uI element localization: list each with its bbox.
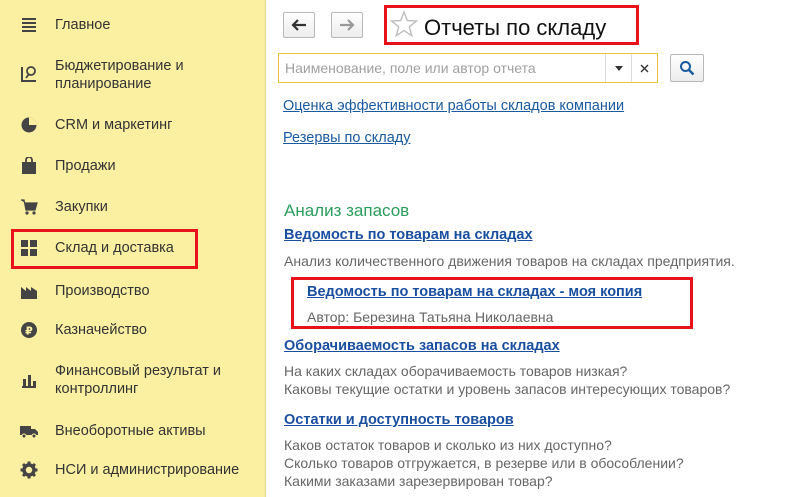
close-icon [640,64,649,72]
sidebar-item-label-line2: планирование [55,76,152,92]
report-link-inventory-turnover[interactable]: Оборачиваемость запасов на складах [284,338,560,354]
sidebar-item-production[interactable]: Производство [0,280,266,302]
sidebar-item-fixed-assets[interactable]: Внеоборотные активы [0,420,266,442]
menu-lines-icon [19,15,39,35]
factory-icon [19,281,39,301]
sidebar-item-label: CRM и маркетинг [55,117,173,133]
ruble-coin-icon: ₽ [19,320,39,340]
pie-chart-icon [19,115,39,135]
report-description: Какими заказами зарезервирован товар? [284,473,553,489]
sidebar-item-label: Закупки [55,199,108,215]
sidebar-item-label-line2: контроллинг [55,381,139,397]
shopping-bag-icon [19,156,39,176]
sidebar-item-sales[interactable]: Продажи [0,155,266,177]
sidebar-item-label: Производство [55,283,150,299]
report-link-stock-availability[interactable]: Остатки и доступность товаров [284,412,514,428]
back-button[interactable] [283,12,315,38]
budget-chart-icon [19,64,39,84]
sidebar-item-label: Склад и доставка [55,240,174,256]
forward-button[interactable] [331,12,363,38]
warehouse-grid-icon [19,238,39,258]
report-link-warehouse-reserves[interactable]: Резервы по складу [283,130,410,146]
arrow-left-icon [291,19,306,31]
sidebar-item-label: Финансовый результат и [55,363,222,379]
section-title: Анализ запасов [284,201,410,220]
arrow-right-icon [340,19,355,31]
report-description: Сколько товаров отгружается, в резерве и… [284,455,684,471]
sidebar-item-purchases[interactable]: Закупки [0,196,266,218]
favorite-button[interactable] [389,10,419,38]
gear-icon [19,460,39,480]
star-icon [389,10,419,38]
bar-chart-icon [19,370,39,390]
report-link-stock-statement[interactable]: Ведомость по товарам на складах [284,227,533,243]
report-description: Каков остаток товаров и сколько из них д… [284,437,612,453]
sidebar-item-label: Главное [55,17,111,33]
report-description: Каковы текущие остатки и уровень запасов… [284,381,731,397]
search-input[interactable] [285,57,603,79]
sidebar-item-settings[interactable]: НСИ и администрирование [0,459,266,481]
sidebar-item-label: Бюджетирование и [55,58,184,74]
page-title: Отчеты по складу [424,15,607,40]
report-link-warehouse-efficiency[interactable]: Оценка эффективности работы складов комп… [283,98,624,114]
search-box [278,53,658,83]
search-icon [680,61,695,76]
sidebar-item-financial-result[interactable]: Финансовый результат и контроллинг [0,361,266,399]
report-link-stock-statement-copy[interactable]: Ведомость по товарам на складах - моя ко… [307,284,642,300]
triangle-down-icon [614,65,623,71]
search-dropdown-button[interactable] [605,54,631,82]
sidebar-item-label: Казначейство [55,322,147,338]
sidebar-item-main[interactable]: Главное [0,14,266,36]
sidebar: Главное Бюджетирование и планирование CR… [0,0,266,497]
search-button[interactable] [670,54,704,82]
sidebar-item-label: Продажи [55,158,116,174]
report-description: Анализ количественного движения товаров … [284,253,735,269]
search-clear-button[interactable] [631,54,657,82]
sidebar-item-crm[interactable]: CRM и маркетинг [0,114,266,136]
sidebar-item-budgeting[interactable]: Бюджетирование и планирование [0,56,266,94]
shopping-cart-icon [19,197,39,217]
sidebar-item-warehouse[interactable]: Склад и доставка [0,237,266,259]
report-author: Автор: Березина Татьяна Николаевна [307,309,554,325]
report-description: На каких складах оборачиваемость товаров… [284,363,628,379]
truck-icon [19,421,39,441]
sidebar-item-treasury[interactable]: ₽ Казначейство [0,319,266,341]
svg-text:₽: ₽ [25,325,33,338]
sidebar-item-label: НСИ и администрирование [55,462,240,478]
sidebar-item-label: Внеоборотные активы [55,423,206,439]
